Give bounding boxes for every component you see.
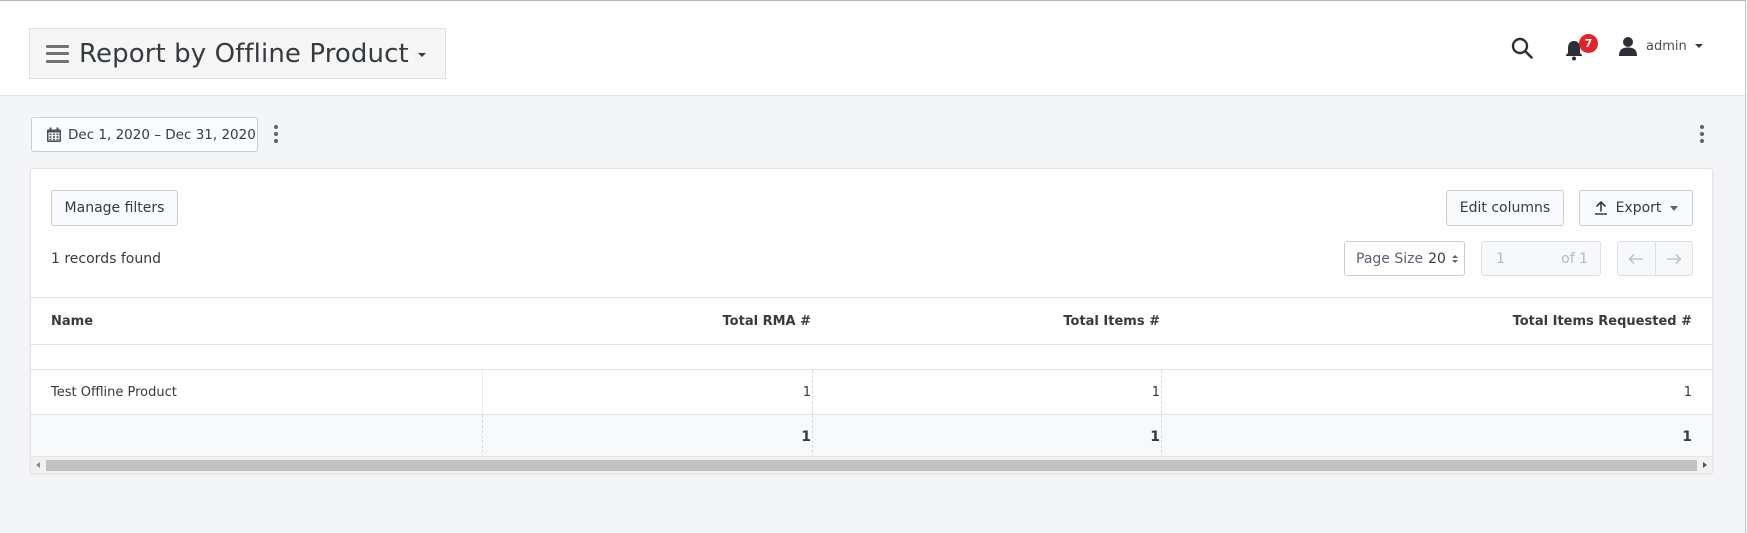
pagination-buttons xyxy=(1617,241,1693,276)
scroll-right-arrow-icon[interactable] xyxy=(1703,462,1707,468)
date-range-text: Dec 1, 2020 – Dec 31, 2020 xyxy=(68,126,256,143)
caret-down-icon xyxy=(1694,44,1703,48)
totals-row: 1 1 1 xyxy=(31,414,1712,459)
total-items-requested: 1 xyxy=(1682,428,1692,445)
prev-page-button[interactable] xyxy=(1618,242,1655,275)
column-header-total-items-requested[interactable]: Total Items Requested # xyxy=(1181,298,1694,344)
report-grid-card: Manage filters Edit columns Export 1 rec… xyxy=(30,168,1713,474)
edit-columns-button[interactable]: Edit columns xyxy=(1446,190,1564,226)
kebab-dot xyxy=(274,125,278,129)
export-label: Export xyxy=(1615,200,1662,216)
notifications-button[interactable]: 7 xyxy=(1564,34,1598,62)
upload-icon xyxy=(1594,201,1607,215)
kebab-dot xyxy=(1700,132,1704,136)
page-number-input[interactable] xyxy=(1496,250,1536,267)
page-title: Report by Offline Product xyxy=(79,38,409,69)
scroll-left-arrow-icon[interactable] xyxy=(36,462,40,468)
page-size-select[interactable]: Page Size 20 xyxy=(1344,241,1465,276)
report-table: Name Total RMA # Total Items # Total Ite… xyxy=(31,297,1712,459)
search-button[interactable] xyxy=(1510,36,1534,60)
column-header-name[interactable]: Name xyxy=(51,298,481,344)
arrow-left-icon xyxy=(1628,253,1644,264)
total-rma: 1 xyxy=(801,428,811,445)
date-range-picker[interactable]: Dec 1, 2020 – Dec 31, 2020 xyxy=(31,117,258,152)
kebab-dot xyxy=(1700,139,1704,143)
page-size-label: Page Size xyxy=(1356,250,1424,267)
caret-down-icon xyxy=(1670,205,1679,211)
cell-total-rma: 1 xyxy=(802,384,811,400)
arrow-right-icon xyxy=(1666,253,1682,264)
report-switcher[interactable]: Report by Offline Product xyxy=(29,28,446,79)
user-menu[interactable]: admin xyxy=(1618,34,1703,58)
table-row: Test Offline Product 1 1 1 xyxy=(31,369,1712,414)
page-total: of 1 xyxy=(1561,250,1588,267)
cell-total-items: 1 xyxy=(1151,384,1160,400)
records-count: 1 records found xyxy=(51,251,161,267)
column-header-total-rma[interactable]: Total RMA # xyxy=(483,298,813,344)
app-frame: Report by Offline Product 7 admin Dec 1,… xyxy=(0,0,1746,533)
user-name: admin xyxy=(1646,38,1687,54)
user-icon xyxy=(1619,37,1637,56)
search-icon xyxy=(1511,37,1533,59)
next-page-button[interactable] xyxy=(1654,242,1693,275)
kebab-dot xyxy=(274,139,278,143)
toolbar-more-options[interactable] xyxy=(273,125,279,143)
scrollbar-thumb[interactable] xyxy=(46,460,1697,471)
filter-row xyxy=(31,344,1712,369)
export-button[interactable]: Export xyxy=(1579,190,1693,226)
page-size-value: 20 xyxy=(1428,250,1446,267)
table-header-row: Name Total RMA # Total Items # Total Ite… xyxy=(31,297,1712,344)
page-number-field: of 1 xyxy=(1481,241,1601,276)
page-more-options[interactable] xyxy=(1699,125,1705,143)
cell-total-items-requested: 1 xyxy=(1683,384,1692,400)
manage-filters-button[interactable]: Manage filters xyxy=(51,190,178,226)
notification-badge: 7 xyxy=(1579,34,1598,53)
cell-name: Test Offline Product xyxy=(51,384,177,400)
kebab-dot xyxy=(1700,125,1704,129)
total-items: 1 xyxy=(1150,428,1160,445)
column-header-total-items[interactable]: Total Items # xyxy=(831,298,1162,344)
page-header: Report by Offline Product 7 admin xyxy=(0,2,1745,96)
calendar-icon xyxy=(47,127,61,142)
hamburger-icon xyxy=(46,44,69,63)
caret-down-icon xyxy=(417,53,426,57)
sort-updown-icon xyxy=(1451,254,1458,263)
total-name xyxy=(51,415,481,458)
horizontal-scrollbar[interactable] xyxy=(31,456,1712,473)
kebab-dot xyxy=(274,132,278,136)
